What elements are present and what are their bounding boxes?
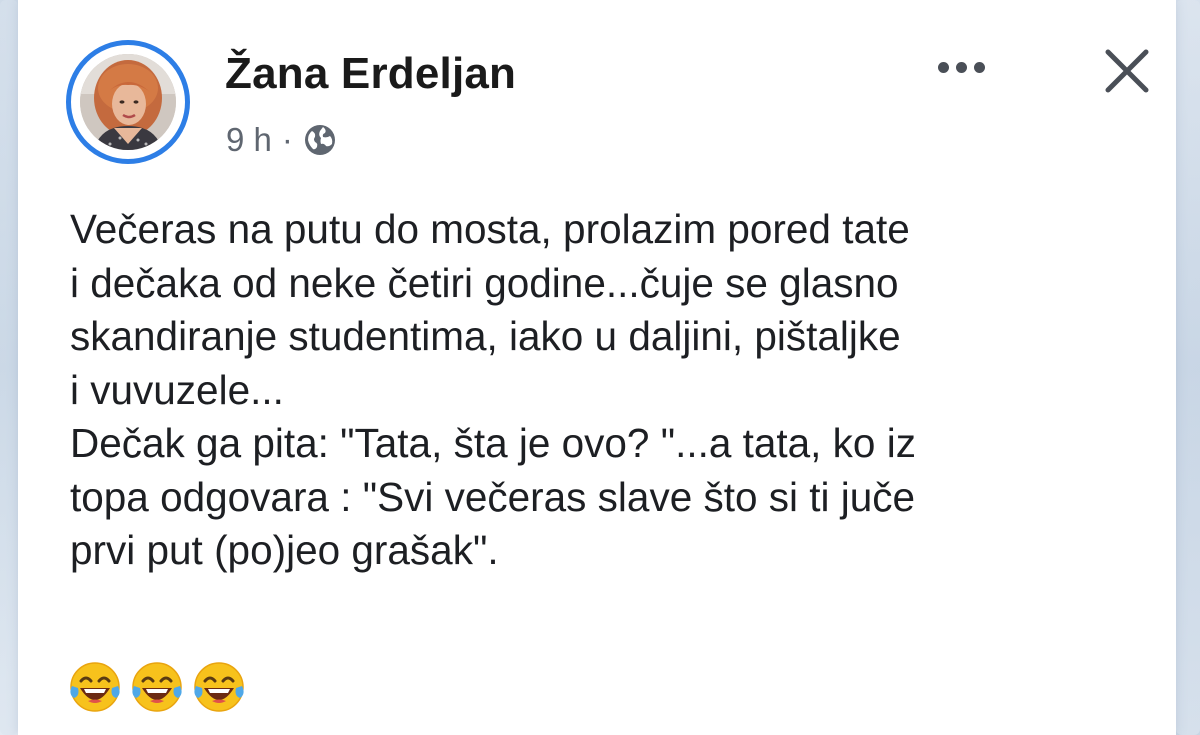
tears-of-joy-emoji-icon [194, 662, 244, 712]
more-options-icon [973, 61, 985, 73]
emoji-row [68, 660, 246, 714]
post-card: Žana Erdeljan 9 h · Večeras na putu do m… [18, 0, 1176, 735]
background-shape [1176, 0, 1200, 735]
avatar[interactable] [80, 54, 176, 150]
close-icon [1105, 49, 1149, 93]
avatar-image [80, 54, 176, 150]
tears-of-joy-emoji-icon [70, 662, 120, 712]
meta-separator: · [281, 121, 293, 158]
more-options-button[interactable] [926, 52, 996, 82]
tears-of-joy-emoji-icon [132, 662, 182, 712]
post-text: Večeras na putu do mosta, prolazim pored… [70, 206, 916, 573]
background-shape [0, 0, 18, 735]
post-time[interactable]: 9 h [226, 121, 272, 159]
avatar-ring[interactable] [66, 40, 190, 164]
close-button[interactable] [1100, 44, 1154, 98]
more-options-icon [937, 61, 949, 73]
globe-icon[interactable] [303, 123, 337, 157]
more-options-icon [955, 61, 967, 73]
post-meta: 9 h · [226, 120, 337, 160]
author-name[interactable]: Žana Erdeljan [225, 49, 516, 99]
